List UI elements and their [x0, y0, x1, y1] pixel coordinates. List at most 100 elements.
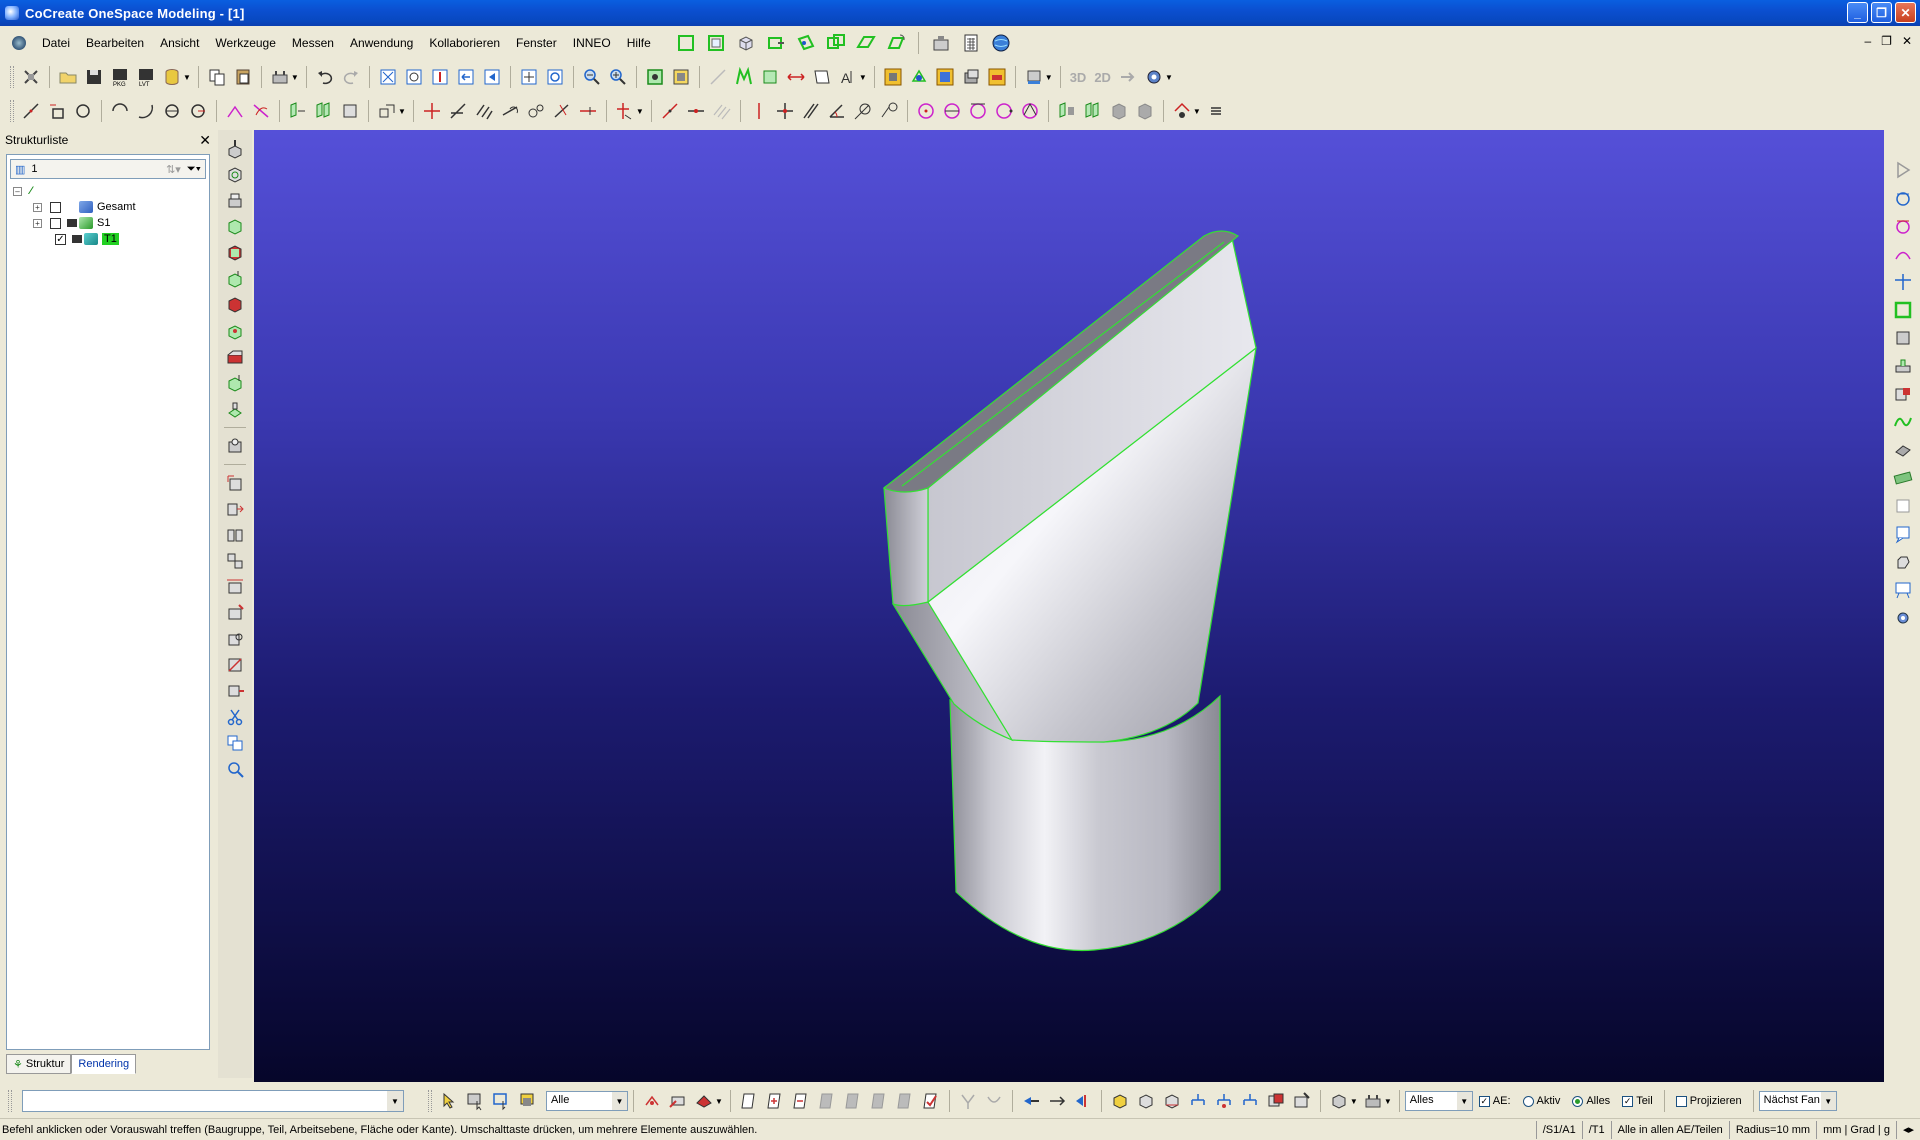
- chevron-down-icon[interactable]: ▼: [1456, 1092, 1472, 1110]
- menu-anwendung[interactable]: Anwendung: [342, 30, 421, 56]
- open-folder-icon[interactable]: [57, 66, 79, 88]
- circle-three-icon[interactable]: [1019, 100, 1041, 122]
- note-icon[interactable]: [1892, 495, 1914, 517]
- arc-icon[interactable]: [109, 100, 131, 122]
- toolbar-grip[interactable]: [8, 1090, 12, 1112]
- transform-icon[interactable]: [376, 100, 398, 122]
- command-input[interactable]: ▼: [22, 1090, 404, 1112]
- render-color-icon[interactable]: [986, 66, 1008, 88]
- copy-icon[interactable]: [206, 66, 228, 88]
- play-icon[interactable]: [1892, 159, 1914, 181]
- edge-gray-icon[interactable]: [957, 1090, 979, 1112]
- magnet-icon[interactable]: [1020, 1090, 1042, 1112]
- fillet-3d-icon[interactable]: [224, 320, 246, 342]
- cross-point-icon[interactable]: [774, 100, 796, 122]
- green-box-icon[interactable]: [759, 66, 781, 88]
- duplicate-icon[interactable]: [224, 732, 246, 754]
- previous-view-icon[interactable]: [455, 66, 477, 88]
- calculator-icon[interactable]: [960, 32, 982, 54]
- properties-icon[interactable]: [269, 66, 291, 88]
- arc-tangent-icon[interactable]: [878, 100, 900, 122]
- circle-center-icon[interactable]: [915, 100, 937, 122]
- center-circle-icon[interactable]: [161, 100, 183, 122]
- maximize-button[interactable]: ❐: [1871, 2, 1892, 23]
- next-view-icon[interactable]: [481, 66, 503, 88]
- fillet-icon[interactable]: [224, 100, 246, 122]
- angle-line-icon[interactable]: [447, 100, 469, 122]
- chevron-down-icon[interactable]: ▼: [612, 1092, 627, 1110]
- expand-icon[interactable]: +: [33, 202, 42, 212]
- circle-point-icon[interactable]: [993, 100, 1015, 122]
- render-hidden-icon[interactable]: [934, 66, 956, 88]
- visibility-checkbox[interactable]: [50, 217, 61, 229]
- part-tree-icon[interactable]: [1187, 1090, 1209, 1112]
- workplane-arrow-icon[interactable]: [765, 32, 787, 54]
- face-gray-3-icon[interactable]: [868, 1090, 890, 1112]
- save-lvt-icon[interactable]: LVT: [135, 66, 157, 88]
- menu-werkzeuge[interactable]: Werkzeuge: [207, 30, 283, 56]
- sheet-metal-icon[interactable]: [1892, 439, 1914, 461]
- position-icon[interactable]: [224, 602, 246, 624]
- globe-icon[interactable]: [990, 32, 1012, 54]
- workplane-rotate-icon[interactable]: [885, 32, 907, 54]
- mode-2d-label[interactable]: 2D: [1094, 70, 1111, 85]
- select-pointer-icon[interactable]: [438, 1090, 460, 1112]
- revolve-icon[interactable]: [224, 164, 246, 186]
- mdi-close-button[interactable]: ✕: [1902, 34, 1912, 48]
- 3d-box-icon[interactable]: [735, 32, 757, 54]
- workplane-set-icon[interactable]: [705, 32, 727, 54]
- face-mode-select[interactable]: Nächst Fan ▼: [1758, 1091, 1837, 1111]
- select-filter-icon[interactable]: [516, 1090, 538, 1112]
- angle-icon[interactable]: [826, 100, 848, 122]
- sort-icon[interactable]: ⇅▾: [166, 163, 181, 176]
- status-scroll-arrows[interactable]: ◂▸: [1895, 1120, 1920, 1139]
- render-wire-icon[interactable]: [908, 66, 930, 88]
- polyline-icon[interactable]: [20, 100, 42, 122]
- section-icon[interactable]: [811, 66, 833, 88]
- pan-view-icon[interactable]: [518, 66, 540, 88]
- rotate-view-icon[interactable]: [544, 66, 566, 88]
- zoom-out-icon[interactable]: [581, 66, 603, 88]
- settings-gear-icon[interactable]: [1143, 66, 1165, 88]
- delete-all-icon[interactable]: [20, 66, 42, 88]
- line-2d-icon[interactable]: [707, 66, 729, 88]
- part-tree-3-icon[interactable]: [1239, 1090, 1261, 1112]
- teil-checkbox[interactable]: ✓: [1622, 1095, 1634, 1107]
- aktiv-radio[interactable]: [1522, 1095, 1534, 1107]
- red-box-icon[interactable]: [224, 294, 246, 316]
- 3d-model[interactable]: [254, 130, 1884, 1082]
- collapse-toolbar-icon[interactable]: [1205, 100, 1227, 122]
- workplane-copy-icon[interactable]: [825, 32, 847, 54]
- diagonal-lines-icon[interactable]: [800, 100, 822, 122]
- green-revolve-icon[interactable]: [224, 242, 246, 264]
- part-box-icon[interactable]: [1109, 1090, 1131, 1112]
- horizontal-line-2-icon[interactable]: [685, 100, 707, 122]
- green-square-icon[interactable]: [1892, 299, 1914, 321]
- teil-option[interactable]: ✓ Teil: [1622, 1095, 1653, 1107]
- copy-3d-icon[interactable]: [224, 498, 246, 520]
- text-annotation-icon[interactable]: A: [837, 66, 859, 88]
- menu-inneo[interactable]: INNEO: [565, 30, 619, 56]
- deselect-icon[interactable]: [641, 1090, 663, 1112]
- hand-icon[interactable]: [1892, 551, 1914, 573]
- view-axis-icon[interactable]: [429, 66, 451, 88]
- projizieren-option[interactable]: Projizieren: [1675, 1095, 1742, 1107]
- gray-part-2-icon[interactable]: [1134, 100, 1156, 122]
- tree-root[interactable]: – ⁄: [7, 183, 209, 199]
- 3d-viewport[interactable]: [254, 130, 1884, 1082]
- snap-icon[interactable]: [1072, 1090, 1094, 1112]
- filter-box-icon[interactable]: [670, 66, 692, 88]
- gear-icon[interactable]: [1892, 607, 1914, 629]
- draw-line-icon[interactable]: [659, 100, 681, 122]
- tree-item-gesamt[interactable]: + Gesamt: [7, 199, 209, 215]
- tangent-line-icon[interactable]: [499, 100, 521, 122]
- extrude-icon[interactable]: [224, 138, 246, 160]
- split-icon[interactable]: [614, 100, 636, 122]
- zoom-window-icon[interactable]: [403, 66, 425, 88]
- green-extrude-icon[interactable]: [224, 216, 246, 238]
- green-profile-icon[interactable]: [733, 66, 755, 88]
- inspect-icon[interactable]: [224, 758, 246, 780]
- rotate-3d-icon[interactable]: [224, 628, 246, 650]
- section-3d-icon[interactable]: [224, 654, 246, 676]
- sketch-circle-icon[interactable]: [1892, 187, 1914, 209]
